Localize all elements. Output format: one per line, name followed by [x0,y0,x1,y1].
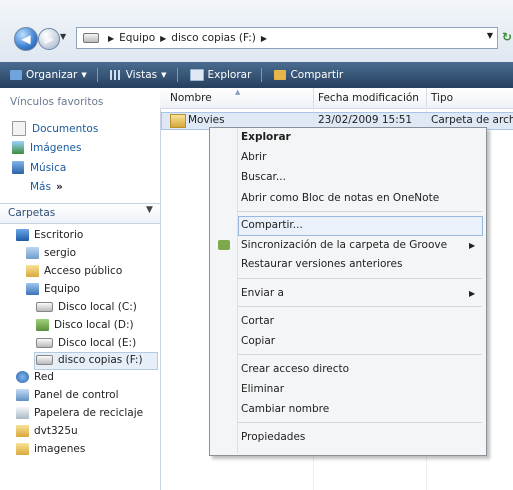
column-header-nombre[interactable]: Nombre [170,92,212,104]
tree-item-disco-f[interactable]: disco copias (F:) [36,354,143,366]
menu-item-restaurar[interactable]: Restaurar versiones anteriores [241,258,402,270]
toolbar-divider [176,68,178,82]
double-chevron-icon: » [55,181,63,193]
views-button[interactable]: Vistas ▼ [109,69,167,81]
menu-item-propiedades[interactable]: Propiedades [241,431,305,443]
menu-item-compartir[interactable]: Compartir... [241,219,303,231]
folder-icon [16,443,29,455]
menu-item-buscar[interactable]: Buscar... [241,171,286,183]
public-folder-icon [26,265,39,277]
menu-item-groove[interactable]: Sincronización de la carpeta de Groove [241,239,447,251]
submenu-arrow-icon: ▶ [469,289,476,298]
favorite-link-musica[interactable]: Música [12,161,66,174]
music-icon [12,161,24,174]
back-arrow-icon: ◀ [21,32,31,46]
tree-item-sergio[interactable]: sergio [26,247,76,259]
forward-button[interactable]: ▶ [38,28,60,50]
menu-item-cortar[interactable]: Cortar [241,315,274,327]
menu-item-explorar[interactable]: Explorar [241,131,291,143]
favorite-link-documentos[interactable]: Documentos [12,121,98,136]
column-divider[interactable] [313,88,314,108]
tree-item-acceso-publico[interactable]: Acceso público [26,265,122,277]
tree-item-imagenes[interactable]: imagenes [16,443,85,455]
menu-item-cambiar-nombre[interactable]: Cambiar nombre [241,403,329,415]
documents-icon [12,121,26,136]
drive-icon [36,319,49,331]
menu-item-onenote[interactable]: Abrir como Bloc de notas en OneNote [241,192,439,204]
chevron-right-icon[interactable]: ▶ [160,34,166,43]
views-icon [109,70,122,80]
tree-item-dvt325u[interactable]: dvt325u [16,425,78,437]
groove-sync-icon [218,240,230,250]
toolbar-divider [261,68,263,82]
file-name: Movies [188,114,225,126]
submenu-arrow-icon: ▶ [469,241,476,250]
context-menu-gutter [237,128,238,453]
file-type: Carpeta de archivos [431,114,513,126]
favorite-links-header: Vínculos favoritos [10,96,104,108]
tree-item-disco-c[interactable]: Disco local (C:) [36,301,137,313]
more-links-button[interactable]: Más » [30,181,63,193]
organize-icon [10,70,22,80]
refresh-icon[interactable]: ↻ [502,30,512,44]
breadcrumb-disco-copias[interactable]: disco copias (F:) [171,32,256,44]
share-button[interactable]: Compartir [274,69,343,81]
recycle-bin-icon [16,407,29,419]
menu-separator [238,278,482,279]
tree-item-escritorio[interactable]: Escritorio [16,229,83,241]
tree-item-disco-e[interactable]: Disco local (E:) [36,337,136,349]
column-divider[interactable] [426,88,427,108]
column-header-fecha[interactable]: Fecha modificación [318,92,419,104]
user-folder-icon [26,247,39,259]
network-icon [16,371,29,383]
menu-item-abrir[interactable]: Abrir [241,151,266,163]
computer-icon [26,283,39,295]
desktop-icon [16,229,29,241]
chevron-down-icon: ▼ [161,71,167,79]
address-bar[interactable]: ▶ Equipo ▶ disco copias (F:) ▶ ▼ [76,27,498,49]
recent-pages-dropdown-icon[interactable]: ▼ [60,32,66,41]
toolbar-divider [96,68,98,82]
chevron-right-icon[interactable]: ▶ [108,34,114,43]
menu-separator [238,306,482,307]
address-dropdown-icon[interactable]: ▼ [487,31,493,40]
sort-indicator-icon: ▲ [235,88,241,96]
folder-icon [170,114,186,128]
tree-item-papelera[interactable]: Papelera de reciclaje [16,407,143,419]
explore-icon [189,69,204,81]
tree-item-equipo[interactable]: Equipo [26,283,80,295]
menu-separator [238,354,482,355]
menu-item-crear-acceso[interactable]: Crear acceso directo [241,363,349,375]
drive-icon [36,302,53,312]
control-panel-icon [16,389,29,401]
drive-icon [36,355,53,365]
chevron-down-icon: ▼ [81,71,87,79]
menu-item-copiar[interactable]: Copiar [241,335,275,347]
chevron-right-icon[interactable]: ▶ [261,34,267,43]
folder-icon [16,425,29,437]
computer-icon [83,33,99,43]
pictures-icon [12,141,24,154]
folders-label: Carpetas [8,207,56,219]
menu-separator [238,211,482,212]
drive-icon [36,338,53,348]
favorite-link-imagenes[interactable]: Imágenes [12,141,81,154]
menu-item-eliminar[interactable]: Eliminar [241,383,284,395]
command-toolbar: Organizar ▼ Vistas ▼ Explorar Compartir [0,62,513,88]
forward-arrow-icon: ▶ [44,32,54,46]
organize-button[interactable]: Organizar ▼ [10,69,87,81]
tree-item-red[interactable]: Red [16,371,54,383]
tree-item-panel-control[interactable]: Panel de control [16,389,119,401]
explore-button[interactable]: Explorar [189,69,251,81]
file-date: 23/02/2009 15:51 [318,114,413,126]
share-icon [274,70,287,80]
column-header-tipo[interactable]: Tipo [431,92,453,104]
breadcrumb-equipo[interactable]: Equipo [119,32,155,44]
tree-item-disco-d[interactable]: Disco local (D:) [36,319,134,331]
menu-separator [238,422,482,423]
menu-item-enviar-a[interactable]: Enviar a [241,287,284,299]
chevron-down-icon[interactable]: ▼ [146,205,153,215]
back-button[interactable]: ◀ [14,27,38,51]
